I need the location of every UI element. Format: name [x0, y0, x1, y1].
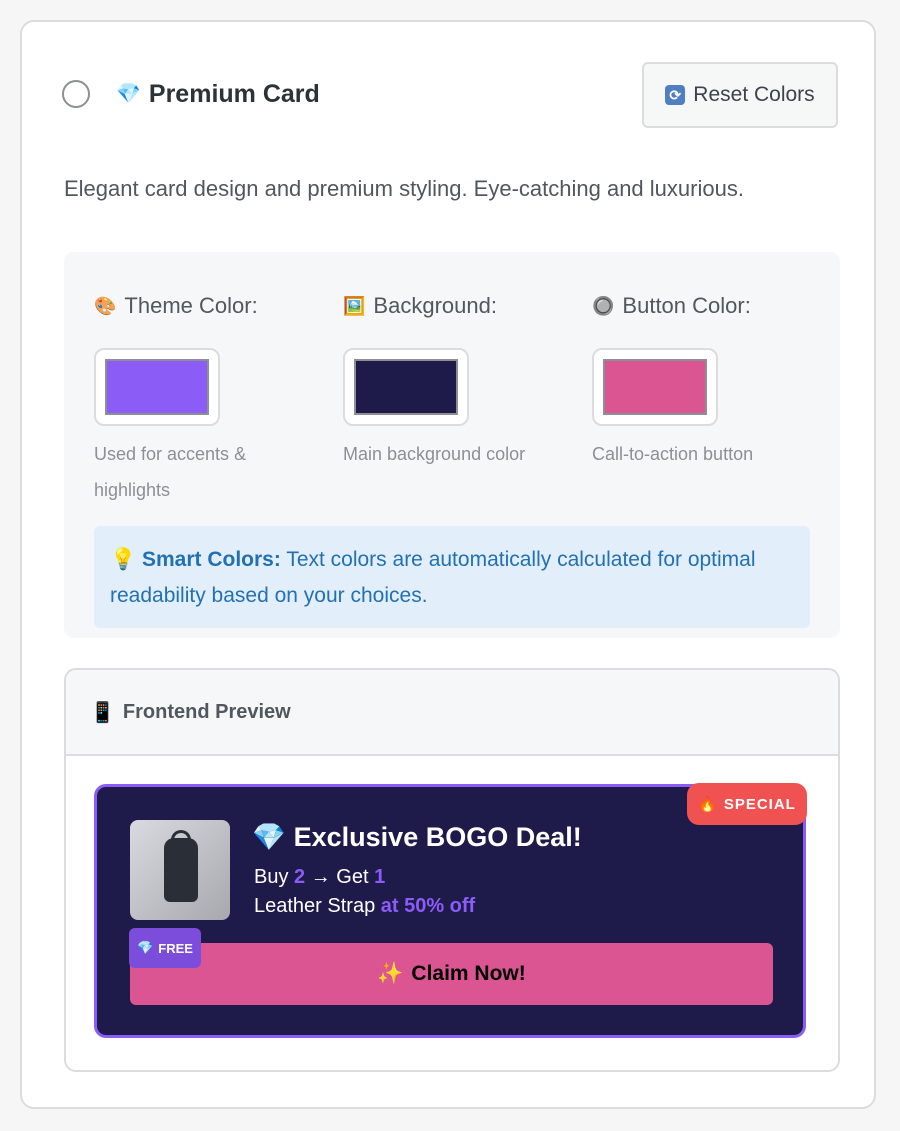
button-color-setting: 🔘 Button Color: Call-to-action button [592, 292, 822, 472]
free-badge: 💎 FREE [129, 928, 201, 968]
buy-prefix: Buy [254, 866, 295, 888]
gem-icon: 💎 [116, 83, 141, 105]
button-color-label-row: 🔘 Button Color: [592, 292, 822, 320]
deal-title: Exclusive BOGO Deal! [293, 821, 582, 852]
button-color-label: Button Color: [622, 293, 751, 318]
discount-text: at 50% off [380, 895, 476, 917]
buy-get-line: Buy 2 → Get 1 [254, 866, 385, 889]
backpack-shape [164, 838, 198, 902]
product-image [130, 820, 230, 920]
radio-button-icon: 🔘 [592, 295, 615, 316]
gem-icon: 💎 [137, 940, 154, 955]
template-radio[interactable] [62, 80, 90, 108]
deal-title-row: 💎 Exclusive BOGO Deal! [252, 821, 582, 853]
color-settings-panel: 🎨 Theme Color: Used for accents & highli… [64, 252, 840, 638]
button-color-swatch [603, 359, 707, 415]
deal-card: 🔥 SPECIAL 💎 Exclusive BOGO Deal! Buy 2 →… [94, 783, 807, 1038]
buy-quantity: 2 [294, 866, 306, 888]
product-discount-line: Leather Strap at 50% off [254, 895, 475, 918]
special-badge-label: SPECIAL [723, 795, 796, 813]
gem-icon: 💎 [252, 822, 286, 852]
picture-icon: 🖼️ [343, 295, 366, 316]
smart-colors-notice: 💡 Smart Colors: Text colors are automati… [94, 526, 810, 628]
reset-colors-label: Reset Colors [693, 83, 815, 106]
button-color-picker[interactable] [592, 348, 718, 426]
template-card: 💎 Premium Card ⟳ Reset Colors Elegant ca… [20, 20, 876, 1109]
get-text: → Get [305, 866, 375, 888]
special-badge: 🔥 SPECIAL [687, 783, 807, 825]
preview-header: 📱 Frontend Preview [66, 670, 838, 756]
card-header: 💎 Premium Card ⟳ Reset Colors [62, 62, 838, 128]
product-name: Leather Strap [254, 895, 381, 917]
background-color-setting: 🖼️ Background: Main background color [343, 292, 573, 472]
button-color-hint: Call-to-action button [592, 444, 754, 464]
background-color-hint: Main background color [343, 444, 526, 464]
phone-icon: 📱 [90, 701, 115, 724]
reset-colors-button[interactable]: ⟳ Reset Colors [642, 62, 838, 128]
theme-color-hint: Used for accents & highlights [94, 444, 247, 500]
bulb-icon: 💡 [110, 548, 137, 571]
smart-colors-label: Smart Colors: [142, 548, 281, 571]
preview-title: Frontend Preview [122, 700, 291, 723]
theme-color-picker[interactable] [94, 348, 220, 426]
claim-now-button[interactable]: ✨ Claim Now! [130, 943, 773, 1005]
background-label: Background: [373, 293, 497, 318]
claim-now-label: Claim Now! [411, 962, 526, 985]
title-wrap: 💎 Premium Card [116, 81, 320, 107]
palette-icon: 🎨 [94, 295, 117, 316]
free-badge-label: FREE [158, 940, 193, 956]
theme-color-swatch [105, 359, 209, 415]
background-label-row: 🖼️ Background: [343, 292, 573, 320]
template-title: Premium Card [148, 80, 320, 108]
fire-icon: 🔥 [698, 796, 718, 813]
refresh-icon: ⟳ [665, 85, 686, 105]
template-description: Elegant card design and premium styling.… [64, 176, 744, 201]
get-quantity: 1 [374, 866, 386, 888]
background-color-picker[interactable] [343, 348, 469, 426]
background-color-swatch [354, 359, 458, 415]
theme-color-label: Theme Color: [124, 293, 258, 318]
theme-color-label-row: 🎨 Theme Color: [94, 292, 324, 320]
theme-color-setting: 🎨 Theme Color: Used for accents & highli… [94, 292, 324, 508]
sparkles-icon: ✨ [377, 962, 404, 985]
